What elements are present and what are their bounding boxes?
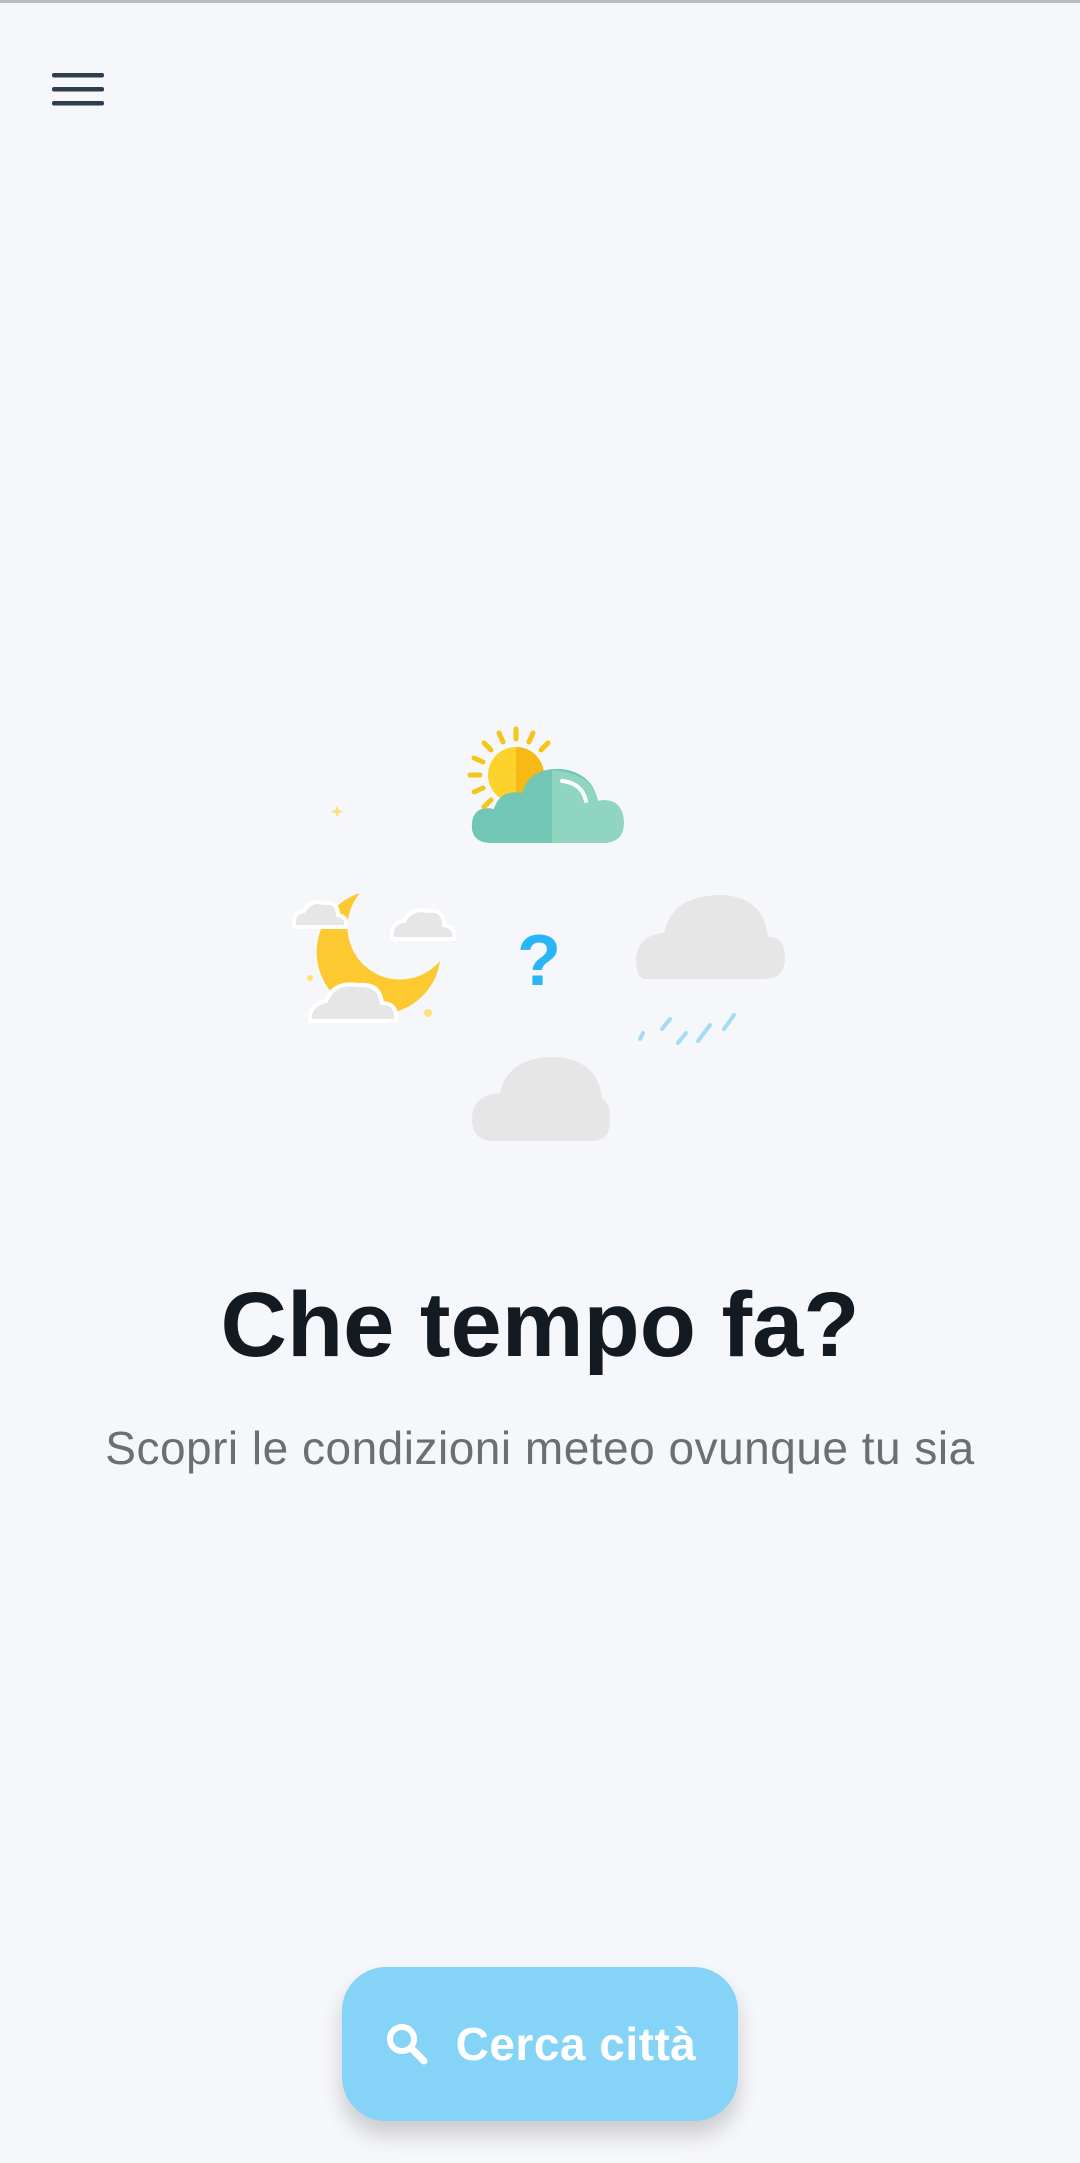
cloud-icon [472, 1057, 610, 1141]
weather-illustration: ? [280, 723, 800, 1153]
menu-button[interactable] [36, 47, 120, 131]
hamburger-menu-icon [52, 69, 104, 109]
page-title: Che tempo fa? [220, 1274, 860, 1376]
weather-home-screen: ? Che tempo fa? Scopri le condizioni met… [0, 0, 1080, 2163]
search-city-button[interactable]: Cerca città [342, 1967, 738, 2121]
moon-cloud-icon [291, 805, 457, 1023]
search-button-label: Cerca città [455, 2018, 697, 2070]
page-subtitle: Scopri le condizioni meteo ovunque tu si… [105, 1422, 975, 1474]
sun-behind-cloud-icon [467, 726, 624, 843]
question-mark-icon: ? [517, 921, 561, 1001]
search-icon [384, 2021, 430, 2067]
rain-cloud-icon [636, 895, 785, 1045]
